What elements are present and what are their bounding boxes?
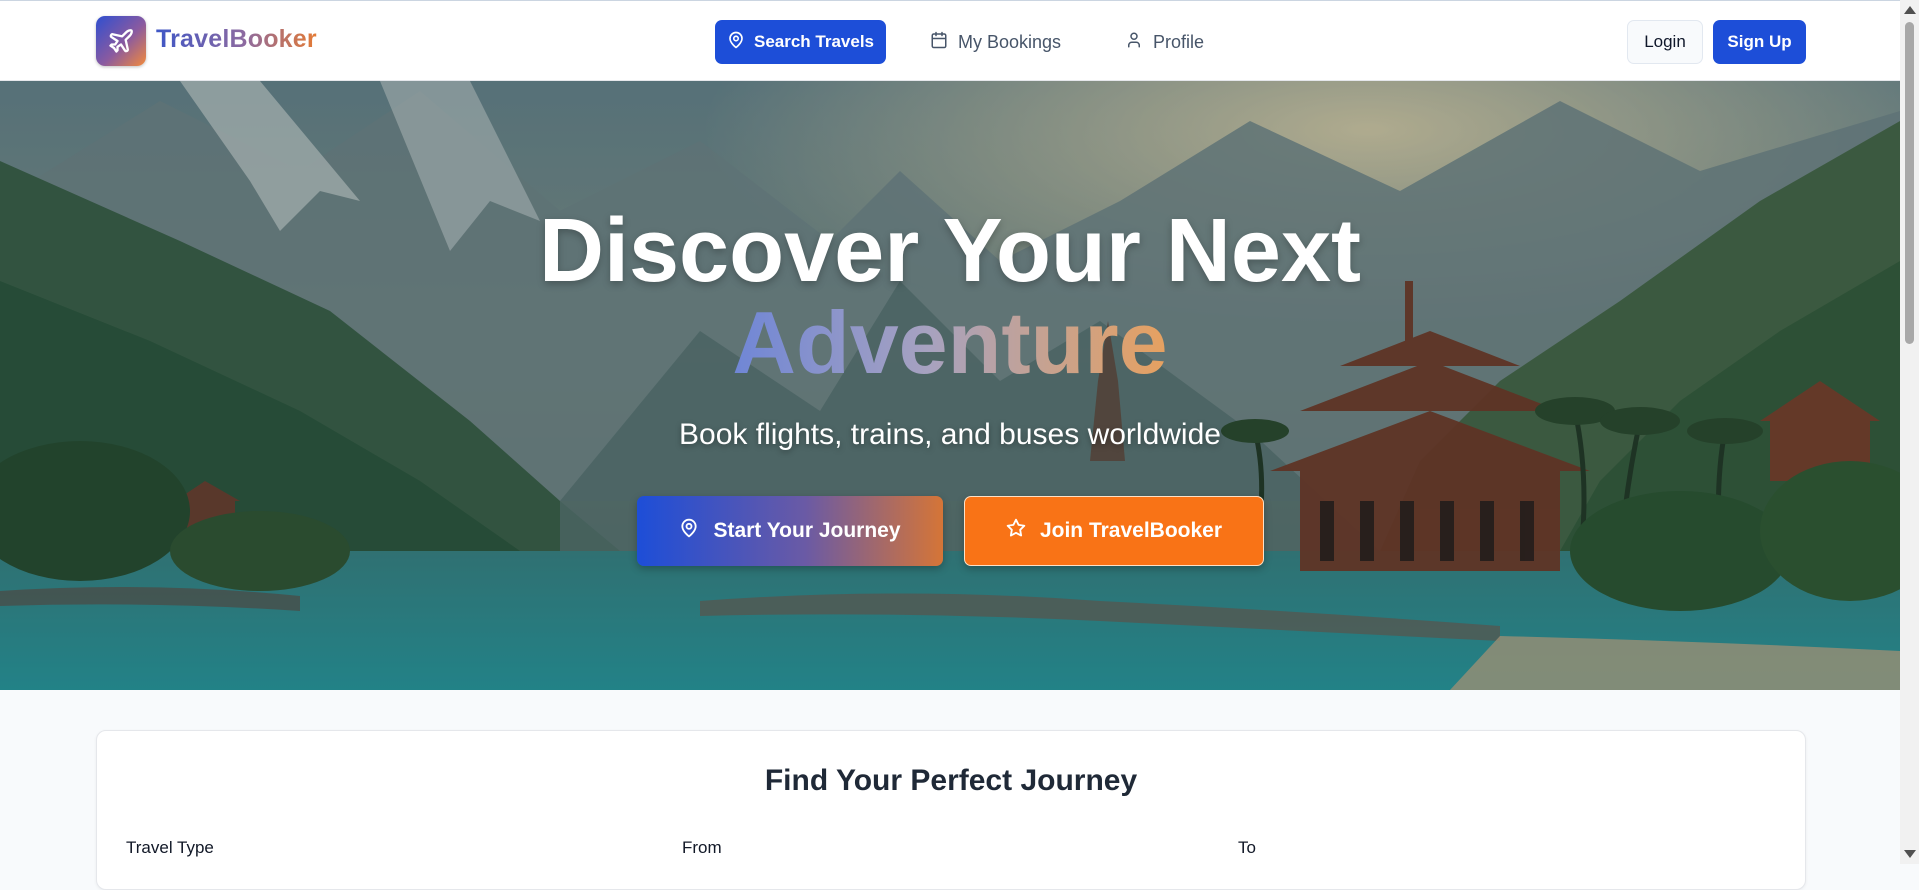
search-card-title: Find Your Perfect Journey bbox=[764, 764, 1138, 797]
vertical-scrollbar[interactable] bbox=[1900, 0, 1919, 864]
nav-my-bookings[interactable]: My Bookings bbox=[930, 20, 1061, 64]
nav-bookings-label: My Bookings bbox=[958, 31, 1062, 52]
user-icon bbox=[1125, 31, 1143, 54]
star-icon bbox=[1006, 518, 1026, 544]
join-label: Join TravelBooker bbox=[1039, 519, 1223, 542]
scroll-down-arrow-icon[interactable] bbox=[1904, 850, 1916, 858]
start-journey-label: Start Your Journey bbox=[713, 519, 901, 542]
scrollbar-thumb[interactable] bbox=[1905, 22, 1914, 344]
start-journey-button[interactable]: Start Your Journey bbox=[637, 496, 943, 566]
hero-subtitle: Book flights, trains, and buses worldwid… bbox=[679, 418, 1221, 451]
calendar-icon bbox=[930, 31, 948, 54]
from-label: From bbox=[682, 838, 722, 857]
scroll-up-arrow-icon[interactable] bbox=[1904, 6, 1916, 14]
nav-search-travels[interactable]: Search Travels bbox=[715, 20, 886, 64]
travel-type-label: Travel Type bbox=[126, 838, 214, 857]
nav-profile[interactable]: Profile bbox=[1125, 20, 1204, 64]
search-card: Find Your Perfect Journey Travel Type Fr… bbox=[96, 730, 1806, 890]
map-pin-icon bbox=[679, 518, 699, 544]
signup-button[interactable]: Sign Up bbox=[1713, 20, 1806, 64]
nav-profile-label: Profile bbox=[1153, 31, 1205, 52]
map-pin-icon bbox=[727, 31, 745, 54]
hero-title-highlight-text: Adventure bbox=[732, 293, 1168, 392]
hero-title-highlight: Adventure bbox=[0, 293, 1900, 393]
login-button[interactable]: Login bbox=[1627, 20, 1703, 64]
airplane-icon[interactable] bbox=[96, 16, 146, 66]
nav-search-label: Search Travels bbox=[753, 32, 875, 51]
to-label: To bbox=[1238, 838, 1256, 857]
brand-name[interactable]: TravelBooker bbox=[156, 25, 317, 54]
join-button[interactable]: Join TravelBooker bbox=[964, 496, 1264, 566]
hero-title: Discover Your Next bbox=[539, 201, 1361, 301]
top-navbar: TravelBooker Search Travels My Bookings … bbox=[0, 0, 1900, 81]
hero-section: Discover Your Next Adventure Book flight… bbox=[0, 81, 1900, 690]
